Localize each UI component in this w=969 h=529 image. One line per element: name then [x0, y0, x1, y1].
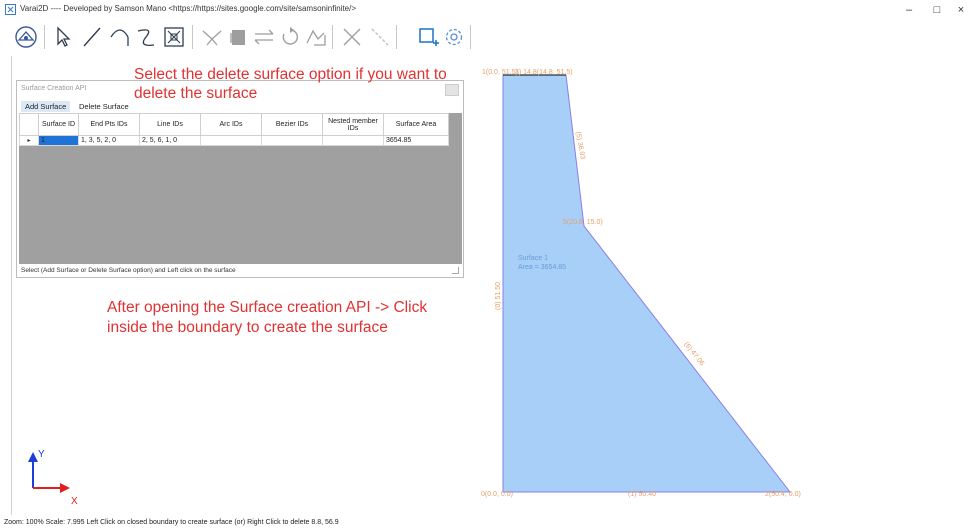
resize-grip-icon[interactable]: [452, 267, 459, 274]
point-2-label: 2(50.4, 0.0): [765, 491, 801, 498]
cell-end-pts[interactable]: 1, 3, 5, 2, 0: [78, 135, 140, 146]
cell-arc-ids[interactable]: [200, 135, 262, 146]
panel-title: Surface Creation API: [21, 85, 87, 92]
cell-surface-id[interactable]: 1: [38, 135, 79, 146]
tab-add-surface[interactable]: Add Surface: [21, 101, 71, 112]
y-axis-label: Y: [38, 449, 45, 460]
cell-nested-ids[interactable]: [322, 135, 384, 146]
table-row[interactable]: ▸ 1 1, 3, 5, 2, 0 2, 5, 6, 1, 0 3654.85: [19, 135, 449, 146]
line-1-label: (1) 50.40: [628, 491, 656, 498]
surface-table: Surface ID End Pts IDs Line IDs Arc IDs …: [19, 113, 449, 146]
col-line-ids[interactable]: Line IDs: [139, 113, 201, 136]
col-nested-member-ids[interactable]: Nested member IDs: [322, 113, 384, 136]
tab-delete-surface[interactable]: Delete Surface: [75, 101, 133, 112]
annotation-create-line2: inside the boundary to create the surfac…: [107, 319, 388, 336]
surface-1-polygon[interactable]: [502, 74, 792, 493]
col-surface-id[interactable]: Surface ID: [38, 113, 79, 136]
x-axis-label: X: [71, 496, 78, 507]
col-surface-area[interactable]: Surface Area: [383, 113, 449, 136]
status-bar: Zoom: 100% Scale: 7.995 Left Click on cl…: [4, 519, 339, 526]
cell-line-ids[interactable]: 2, 5, 6, 1, 0: [139, 135, 201, 146]
surface-data-grid[interactable]: Surface ID End Pts IDs Line IDs Arc IDs …: [19, 113, 462, 264]
y-axis-arrow-icon: [28, 452, 38, 462]
cell-surface-area[interactable]: 3654.85: [383, 135, 449, 146]
annotation-delete-line2: delete the surface: [134, 85, 258, 102]
annotation-delete-line1: Select the delete surface option if you …: [134, 66, 447, 83]
col-end-pts-ids[interactable]: End Pts IDs: [78, 113, 140, 136]
cell-bezier-ids[interactable]: [261, 135, 323, 146]
surface-name-label: Surface 1: [518, 255, 548, 262]
panel-status-text: Select (Add Surface or Delete Surface op…: [21, 267, 236, 274]
row-header-corner: [19, 113, 39, 136]
x-axis-arrow-icon: [60, 483, 70, 493]
point-1-label: 1(0.0, 51.5): [482, 69, 518, 76]
line-0-label: (0) 51.50: [495, 282, 502, 310]
annotation-create-line1: After opening the Surface creation API -…: [107, 299, 428, 316]
point-5-label: 5(20.8, 15.0): [563, 219, 603, 226]
point-0-label: 0(0.0, 0.0): [481, 491, 513, 498]
row-marker[interactable]: ▸: [19, 135, 39, 146]
point-3-label: 3) 14.8(14.8, 51.5): [515, 69, 573, 76]
col-bezier-ids[interactable]: Bezier IDs: [261, 113, 323, 136]
table-header-row: Surface ID End Pts IDs Line IDs Arc IDs …: [19, 113, 449, 136]
surface-creation-panel: Surface Creation API Add Surface Delete …: [16, 80, 464, 278]
col-arc-ids[interactable]: Arc IDs: [200, 113, 262, 136]
panel-close-button[interactable]: [445, 84, 459, 96]
surface-area-label: Area = 3654.85: [518, 264, 566, 271]
